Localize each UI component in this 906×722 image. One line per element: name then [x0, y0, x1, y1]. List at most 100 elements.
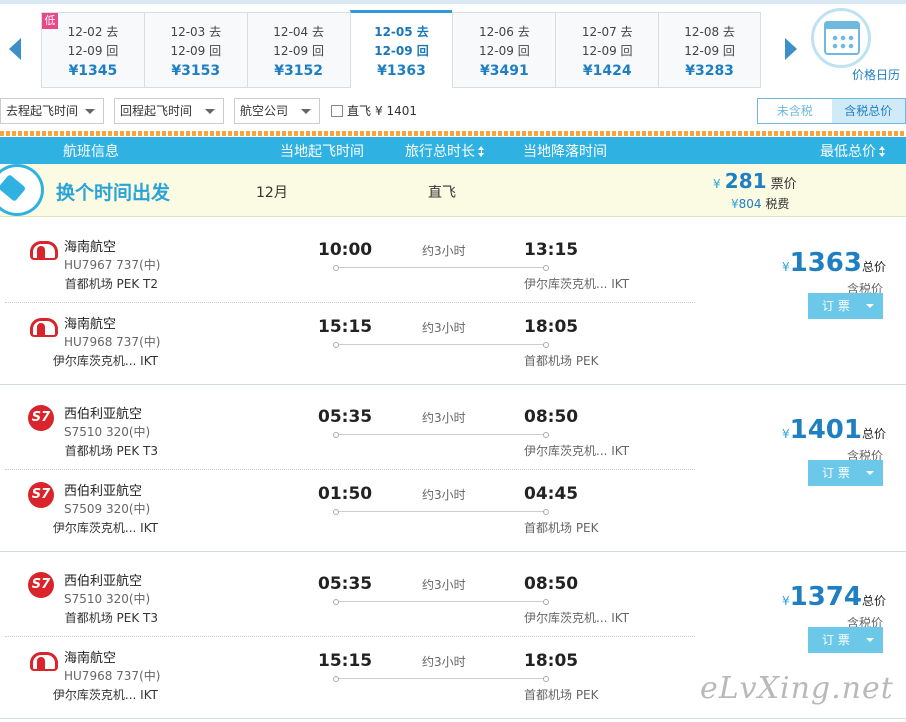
price-value: 1401	[789, 415, 862, 445]
arr-airport: 伊尔库茨克机... IKT	[524, 444, 630, 458]
direct-label: 直飞	[347, 104, 372, 118]
direct-filter: 直飞 ¥ 1401	[331, 102, 417, 119]
airline-dropdown[interactable]: 航空公司	[234, 98, 320, 124]
return-date: 12-09 回	[170, 44, 222, 58]
airline-name: 西伯利亚航空	[64, 484, 143, 499]
date-cell[interactable]: 低 12-02 去 12-09 回 ¥1345	[41, 13, 144, 87]
route-line	[333, 432, 549, 438]
s7-airlines-logo-icon: S7	[28, 572, 54, 598]
banner-direct: 直飞	[428, 185, 456, 201]
arr-time: 18:05	[524, 651, 579, 671]
sort-icon	[879, 146, 886, 157]
route-line	[333, 265, 549, 271]
outbound-leg: S7 西伯利亚航空 S7510 320(中) 05:35 约3小时 08:50 …	[0, 552, 700, 632]
price-value: 1363	[789, 248, 862, 278]
tax-included-tab[interactable]: 含税总价	[831, 99, 905, 123]
duration: 约3小时	[422, 244, 466, 258]
book-button[interactable]: 订 票	[808, 627, 883, 653]
arr-airport: 首都机场 PEK	[524, 688, 599, 702]
hainan-airlines-logo-icon	[28, 649, 58, 675]
airline-label: 航空公司	[240, 104, 289, 118]
return-time-dropdown[interactable]: 回程起飞时间	[114, 98, 224, 124]
outbound-leg: S7 西伯利亚航空 S7510 320(中) 05:35 约3小时 08:50 …	[0, 385, 700, 465]
col-price-sort[interactable]: 最低总价	[820, 141, 886, 161]
dep-airport: 首都机场 PEK T2	[64, 277, 158, 291]
date-price: ¥1363	[377, 63, 426, 79]
price-calendar-button[interactable]: 价格日历	[808, 8, 906, 92]
flight-number: S7510 320(中)	[64, 425, 151, 439]
flight-number: HU7968 737(中)	[64, 335, 161, 349]
flight-result: S7 西伯利亚航空 S7510 320(中) 05:35 约3小时 08:50 …	[0, 385, 906, 552]
watermark: eLvXing.net	[700, 671, 894, 706]
date-price: ¥3491	[480, 63, 529, 79]
outbound-date: 12-05 去	[374, 25, 429, 39]
dep-time: 01:50	[318, 484, 373, 504]
return-date: 12-09 回	[67, 44, 119, 58]
return-date: 12-09 回	[479, 44, 530, 58]
date-price: ¥1345	[68, 63, 118, 79]
date-price: ¥3153	[171, 63, 221, 79]
date-cell[interactable]: 12-07 去 12-09 回 ¥1424	[555, 13, 659, 87]
book-button[interactable]: 订 票	[808, 293, 883, 319]
date-cell[interactable]: 12-04 去 12-09 回 ¥3152	[246, 13, 350, 87]
chevron-down-icon	[301, 109, 311, 114]
arr-airport: 伊尔库茨克机... IKT	[524, 611, 630, 625]
prev-dates-arrow-icon[interactable]	[0, 12, 30, 88]
direct-checkbox[interactable]	[331, 104, 343, 117]
duration: 约3小时	[422, 655, 466, 669]
dashed-divider	[0, 131, 906, 136]
route-line	[333, 676, 549, 682]
arr-time: 04:45	[524, 484, 579, 504]
total-price: ¥1363总价 含税价	[760, 248, 886, 297]
duration: 约3小时	[422, 321, 466, 335]
alternate-time-banner[interactable]: 换个时间出发 12月 直飞 ¥ 281 票价 ¥804 税费	[0, 164, 906, 217]
direct-price: ¥ 1401	[375, 103, 418, 118]
date-cell[interactable]: 12-06 去 12-09 回 ¥3491	[452, 13, 556, 87]
hainan-airlines-logo-icon	[28, 238, 58, 264]
date-cell-selected[interactable]: 12-05 去 12-09 回 ¥1363	[349, 10, 453, 88]
return-date: 12-09 回	[581, 44, 633, 58]
arr-time: 18:05	[524, 317, 579, 337]
chevron-down-icon	[85, 109, 95, 114]
outbound-date: 12-06 去	[479, 25, 530, 39]
flight-number: HU7968 737(中)	[64, 669, 161, 683]
banner-title: 换个时间出发	[56, 182, 171, 204]
low-price-badge: 低	[42, 13, 58, 29]
col-duration-sort[interactable]: 旅行总时长	[405, 141, 485, 161]
airline-name: 西伯利亚航空	[64, 574, 143, 589]
arr-airport: 伊尔库茨克机... IKT	[524, 277, 630, 291]
duration: 约3小时	[422, 411, 466, 425]
date-cell[interactable]: 12-03 去 12-09 回 ¥3153	[143, 13, 247, 87]
results-header: 航班信息 当地起飞时间 旅行总时长 当地降落时间 最低总价	[0, 137, 906, 164]
outbound-time-label: 去程起飞时间	[6, 104, 79, 118]
flight-number: S7509 320(中)	[64, 502, 151, 516]
date-price: ¥3283	[685, 63, 734, 79]
route-line	[333, 599, 549, 605]
chevron-down-icon	[205, 109, 215, 114]
dep-airport: 首都机场 PEK T3	[64, 444, 158, 458]
arr-time: 13:15	[524, 240, 579, 260]
date-cells: 低 12-02 去 12-09 回 ¥1345 12-03 去 12-09 回 …	[41, 10, 762, 88]
col-arr-time[interactable]: 当地降落时间	[523, 141, 607, 161]
dep-time: 05:35	[318, 407, 373, 427]
airline-name: 海南航空	[64, 240, 117, 255]
airline-name: 海南航空	[64, 651, 117, 666]
return-leg: S7 西伯利亚航空 S7509 320(中) 01:50 约3小时 04:45 …	[0, 470, 700, 550]
outbound-time-dropdown[interactable]: 去程起飞时间	[0, 98, 104, 124]
total-price: ¥1374总价 含税价	[760, 582, 886, 631]
hainan-airlines-logo-icon	[28, 315, 58, 341]
col-dep-time[interactable]: 当地起飞时间	[280, 141, 364, 161]
tax-excluded-tab[interactable]: 未含税	[758, 99, 832, 123]
price-value: 1374	[789, 582, 862, 612]
sort-icon	[478, 146, 485, 157]
outbound-date: 12-08 去	[684, 25, 735, 39]
outbound-date: 12-07 去	[581, 25, 633, 39]
next-dates-arrow-icon[interactable]	[776, 12, 806, 88]
discount-tag-icon	[0, 164, 44, 216]
book-button[interactable]: 订 票	[808, 460, 883, 486]
dep-airport: 伊尔库茨克机... IKT	[52, 688, 158, 702]
banner-ticket-price: ¥ 281 票价	[713, 169, 797, 193]
date-cell[interactable]: 12-08 去 12-09 回 ¥3283	[658, 13, 762, 87]
dep-airport: 伊尔库茨克机... IKT	[52, 354, 158, 368]
calendar-icon	[811, 8, 871, 68]
